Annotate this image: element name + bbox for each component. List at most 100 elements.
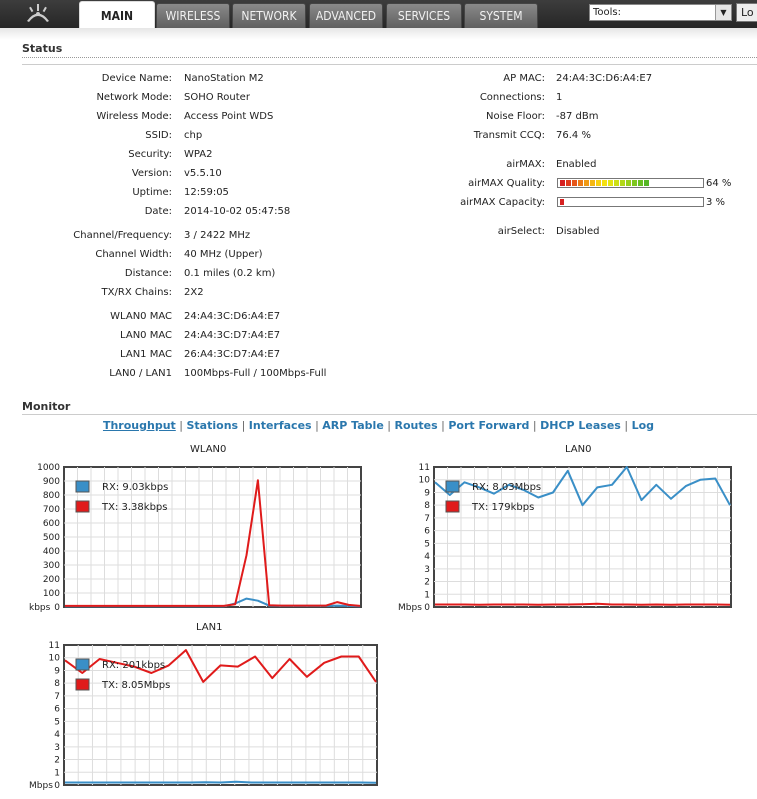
y-tick-label: 800 xyxy=(43,491,60,501)
quality-segment xyxy=(578,180,583,186)
legend-label: TX: 179kbps xyxy=(471,502,534,513)
status-label-airmax: airMAX: xyxy=(506,159,545,170)
chevron-down-icon[interactable]: ▼ xyxy=(715,5,731,20)
status-label-wireless-mode: Wireless Mode: xyxy=(96,111,172,122)
status-label-uptime: Uptime: xyxy=(132,187,172,198)
logout-button[interactable]: Lo xyxy=(736,3,757,22)
tab-network[interactable]: NETWORK xyxy=(232,3,306,28)
y-tick-label: 8 xyxy=(424,501,430,511)
link-log[interactable]: Log xyxy=(632,419,654,432)
status-value-noise-floor: -87 dBm xyxy=(556,111,599,122)
legend-label: RX: 201kbps xyxy=(102,660,165,671)
status-value-channel-frequency: 3 / 2422 MHz xyxy=(184,230,251,241)
quality-segment xyxy=(590,180,595,186)
legend-label: TX: 3.38kbps xyxy=(101,502,167,513)
quality-segment xyxy=(614,180,619,186)
tools-select[interactable]: Tools: ▼ xyxy=(589,4,732,21)
tab-system[interactable]: SYSTEM xyxy=(464,3,538,28)
y-tick-label: 10 xyxy=(49,654,61,664)
status-value-lan0-mac: 24:A4:3C:D7:A4:E7 xyxy=(184,330,281,341)
quality-segment xyxy=(620,180,625,186)
ubiquiti-logo-icon xyxy=(27,4,49,22)
status-label-lan1-mac: LAN1 MAC xyxy=(120,349,172,360)
tools-select-value: Tools: xyxy=(593,7,622,18)
y-tick-label: 11 xyxy=(49,641,60,651)
y-tick-label: 500 xyxy=(43,533,60,543)
series-line-tx xyxy=(435,602,731,606)
quality-segment xyxy=(632,180,637,186)
y-tick-label: 300 xyxy=(43,561,60,571)
quality-segment xyxy=(638,180,643,186)
status-value-version: v5.5.10 xyxy=(184,168,222,179)
status-value-distance: 0.1 miles (0.2 km) xyxy=(184,268,276,279)
y-tick-label: 2 xyxy=(424,578,430,588)
quality-segment xyxy=(596,180,601,186)
link-stations[interactable]: Stations xyxy=(187,419,239,432)
status-value-wireless-mode: Access Point WDS xyxy=(184,111,274,122)
link-dhcp-leases[interactable]: DHCP Leases xyxy=(540,419,621,432)
status-label-device-name: Device Name: xyxy=(101,73,172,84)
status-label-noise-floor: Noise Floor: xyxy=(486,111,545,122)
tab-wireless[interactable]: WIRELESS xyxy=(156,3,230,28)
status-label-transmit-ccq: Transmit CCQ: xyxy=(473,130,545,141)
link-arp-table[interactable]: ARP Table xyxy=(322,419,384,432)
airmax-capacity-fill xyxy=(560,199,564,205)
status-value-transmit-ccq: 76.4 % xyxy=(556,130,591,141)
y-tick-label: 9 xyxy=(54,666,60,676)
status-value-ap-mac: 24:A4:3C:D6:A4:E7 xyxy=(556,73,653,84)
status-value-channel-width: 40 MHz (Upper) xyxy=(184,249,263,260)
y-tick-label: 0 xyxy=(54,781,60,791)
y-tick-label: 100 xyxy=(43,589,60,599)
tab-services[interactable]: SERVICES xyxy=(386,3,462,28)
y-tick-label: 6 xyxy=(424,527,430,537)
status-label-channel-width: Channel Width: xyxy=(95,249,172,260)
status-label-lan0-mac: LAN0 MAC xyxy=(120,330,172,341)
link-routes[interactable]: Routes xyxy=(395,419,438,432)
y-unit-label: Mbps xyxy=(29,781,53,791)
status-label-airmax-quality: airMAX Quality: xyxy=(468,178,545,189)
y-tick-label: 6 xyxy=(54,705,60,715)
link-interfaces[interactable]: Interfaces xyxy=(249,419,312,432)
status-divider xyxy=(22,57,757,58)
y-tick-label: 0 xyxy=(424,603,430,613)
status-divider-solid xyxy=(22,64,757,65)
y-tick-label: 7 xyxy=(54,692,60,702)
legend-label: RX: 9.03kbps xyxy=(102,482,168,493)
tab-main[interactable]: MAIN xyxy=(79,1,155,28)
header-shade xyxy=(0,28,757,40)
y-tick-label: 400 xyxy=(43,547,60,557)
status-label-connections: Connections: xyxy=(479,92,545,103)
status-label-wlan0-mac: WLAN0 MAC xyxy=(110,311,172,322)
status-label-channel-frequency: Channel/Frequency: xyxy=(73,230,172,241)
legend-swatch xyxy=(75,658,90,671)
chart-lan1: 11109876543210MbpsRX: 201kbpsTX: 8.05Mbp… xyxy=(29,641,378,791)
status-value-uptime: 12:59:05 xyxy=(184,187,229,198)
status-label-airmax-capacity: airMAX Capacity: xyxy=(460,197,545,208)
link-throughput[interactable]: Throughput xyxy=(103,419,176,432)
status-value-lan0-lan1: 100Mbps-Full / 100Mbps-Full xyxy=(184,368,327,379)
status-label-ap-mac: AP MAC: xyxy=(503,73,545,84)
quality-segment xyxy=(644,180,649,186)
chart-wlan0: 10009008007006005004003002001000kbpsRX: … xyxy=(29,463,362,613)
link-port-forward[interactable]: Port Forward xyxy=(448,419,529,432)
status-value-airmax-capacity: 3 % xyxy=(706,197,726,208)
status-label-tx-rx-chains: TX/RX Chains: xyxy=(101,287,172,298)
y-unit-label: kbps xyxy=(29,603,51,613)
status-value-date: 2014-10-02 05:47:58 xyxy=(184,206,291,217)
chart-title-wlan0: WLAN0 xyxy=(190,444,227,455)
airmax-quality-bar xyxy=(557,178,704,188)
y-unit-label: Mbps xyxy=(398,603,422,613)
legend-swatch xyxy=(445,500,460,513)
status-label-date: Date: xyxy=(144,206,172,217)
status-value-airmax: Enabled xyxy=(556,159,597,170)
y-tick-label: 4 xyxy=(54,730,60,740)
status-label-ssid: SSID: xyxy=(145,130,172,141)
tab-advanced[interactable]: ADVANCED xyxy=(309,3,383,28)
y-tick-label: 10 xyxy=(419,476,431,486)
monitor-links: Throughput | Stations | Interfaces | ARP… xyxy=(102,419,655,432)
status-value-device-name: NanoStation M2 xyxy=(184,73,264,84)
status-value-lan1-mac: 26:A4:3C:D7:A4:E7 xyxy=(184,349,281,360)
legend-swatch xyxy=(75,678,90,691)
y-tick-label: 8 xyxy=(54,679,60,689)
chart-title-lan0: LAN0 xyxy=(565,444,592,455)
